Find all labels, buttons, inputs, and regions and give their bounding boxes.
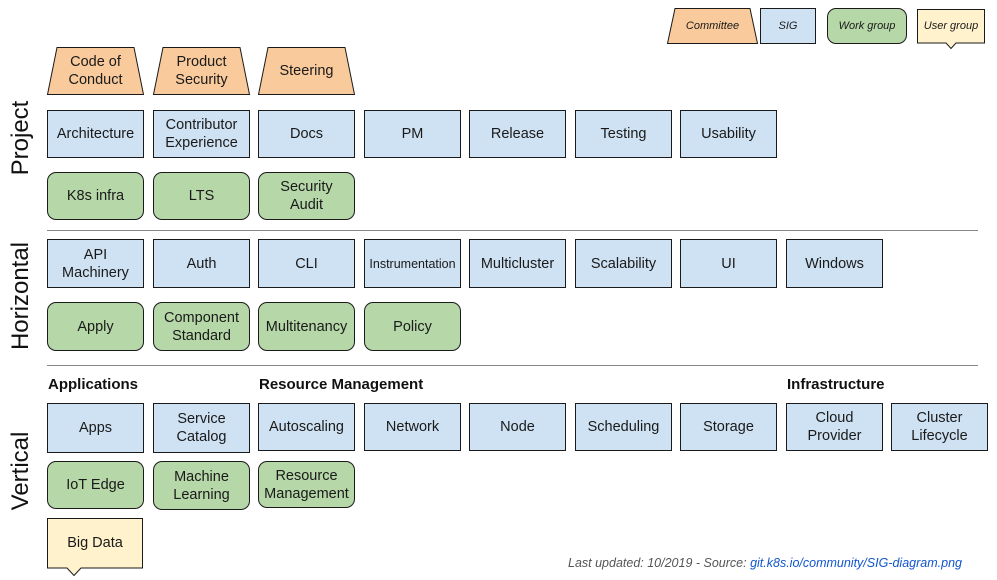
wg-multitenancy[interactable]: Multitenancy	[258, 302, 355, 351]
sig-cluster-lifecycle[interactable]: Cluster Lifecycle	[891, 403, 988, 451]
sig-service-catalog[interactable]: Service Catalog	[153, 403, 250, 453]
sig-scheduling[interactable]: Scheduling	[575, 403, 672, 451]
sig-api-machinery[interactable]: API Machinery	[47, 239, 144, 288]
legend-user-group: User group	[917, 9, 985, 50]
sig-instrumentation[interactable]: Instrumentation	[364, 239, 461, 288]
committee-code-of-conduct[interactable]: Code of Conduct	[46, 47, 145, 95]
sig-apps[interactable]: Apps	[47, 403, 144, 453]
committee-label: Code of Conduct	[68, 54, 123, 88]
source-link[interactable]: git.k8s.io/community/SIG-diagram.png	[750, 556, 962, 570]
group-heading-resource-management: Resource Management	[259, 376, 424, 393]
sig-architecture[interactable]: Architecture	[47, 110, 144, 158]
sig-storage[interactable]: Storage	[680, 403, 777, 451]
legend-committee-label: Committee	[685, 20, 740, 32]
wg-security-audit[interactable]: Security Audit	[258, 172, 355, 220]
ug-big-data[interactable]: Big Data	[47, 518, 143, 577]
legend-committee: Committee	[666, 8, 759, 44]
sig-pm[interactable]: PM	[364, 110, 461, 158]
legend-work-group-label: Work group	[838, 20, 896, 32]
wg-apply[interactable]: Apply	[47, 302, 144, 351]
section-divider	[47, 230, 978, 231]
wg-iot-edge[interactable]: IoT Edge	[47, 461, 144, 509]
sig-windows[interactable]: Windows	[786, 239, 883, 288]
wg-lts[interactable]: LTS	[153, 172, 250, 220]
group-heading-applications: Applications	[48, 376, 139, 393]
sig-docs[interactable]: Docs	[258, 110, 355, 158]
legend-work-group: Work group	[827, 8, 907, 44]
sig-usability[interactable]: Usability	[680, 110, 777, 158]
section-label-project: Project	[7, 100, 34, 176]
sig-release[interactable]: Release	[469, 110, 566, 158]
section-divider	[47, 365, 978, 366]
sig-scalability[interactable]: Scalability	[575, 239, 672, 288]
wg-k8s-infra[interactable]: K8s infra	[47, 172, 144, 220]
sig-node[interactable]: Node	[469, 403, 566, 451]
sig-contributor-experience[interactable]: Contributor Experience	[153, 110, 250, 158]
footer-note: Last updated: 10/2019 - Source: git.k8s.…	[568, 556, 962, 570]
committee-label: Product Security	[175, 54, 228, 88]
section-label-horizontal: Horizontal	[7, 241, 34, 351]
committee-steering[interactable]: Steering	[257, 47, 356, 95]
committee-product-security[interactable]: Product Security	[152, 47, 251, 95]
sig-testing[interactable]: Testing	[575, 110, 672, 158]
sig-cloud-provider[interactable]: Cloud Provider	[786, 403, 883, 451]
wg-component-standard[interactable]: Component Standard	[153, 302, 250, 351]
sig-auth[interactable]: Auth	[153, 239, 250, 288]
user-group-label: Big Data	[67, 535, 123, 551]
sig-multicluster[interactable]: Multicluster	[469, 239, 566, 288]
legend-sig-label: SIG	[778, 20, 798, 32]
legend-sig: SIG	[760, 8, 816, 44]
sig-ui[interactable]: UI	[680, 239, 777, 288]
sig-cli[interactable]: CLI	[258, 239, 355, 288]
committee-label: Steering	[279, 63, 334, 79]
wg-machine-learning[interactable]: Machine Learning	[153, 461, 250, 510]
footer-prefix: Last updated: 10/2019 - Source:	[568, 556, 751, 570]
wg-policy[interactable]: Policy	[364, 302, 461, 351]
group-heading-infrastructure: Infrastructure	[787, 376, 885, 393]
wg-resource-management[interactable]: Resource Management	[258, 461, 355, 508]
sig-network[interactable]: Network	[364, 403, 461, 451]
section-label-vertical: Vertical	[7, 431, 34, 511]
sig-autoscaling[interactable]: Autoscaling	[258, 403, 355, 451]
legend-user-group-label: User group	[923, 20, 979, 32]
